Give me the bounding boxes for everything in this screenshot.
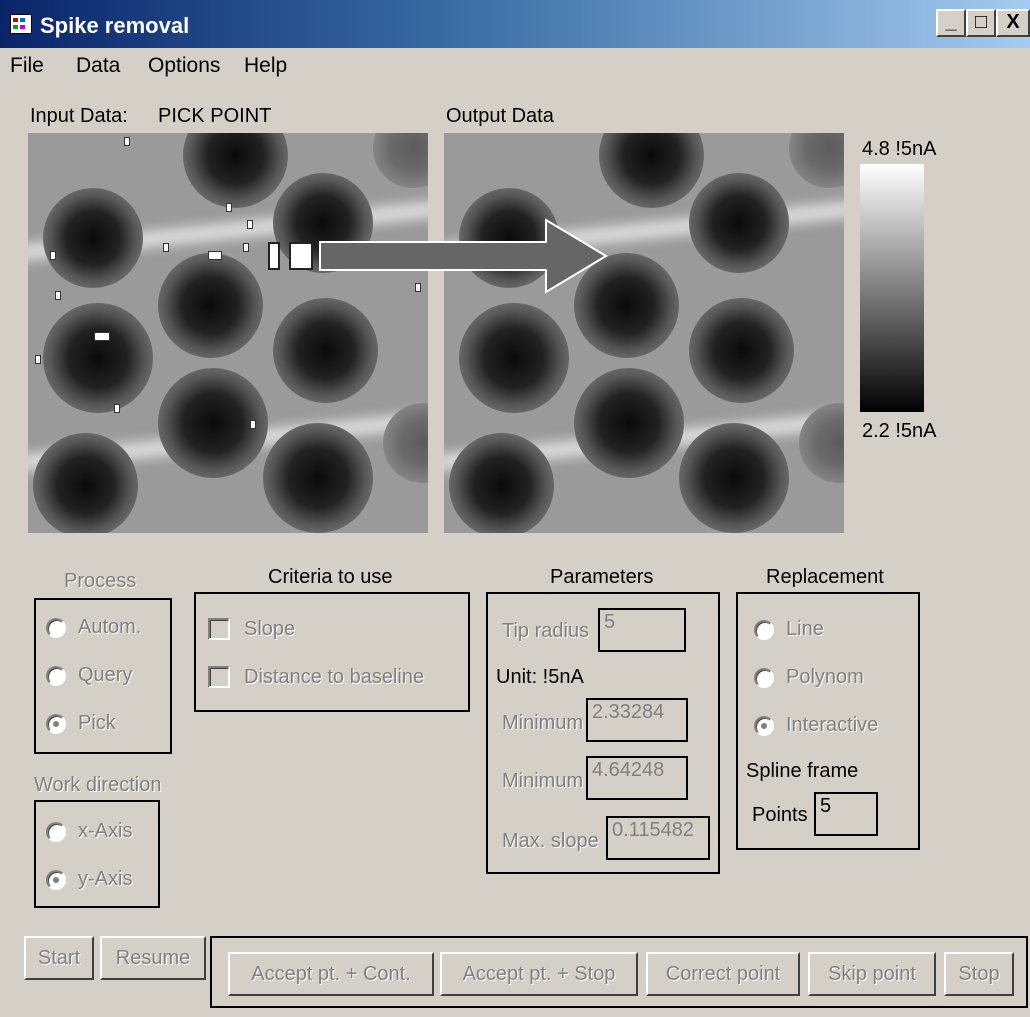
unit-label: Unit: !5nA: [496, 666, 584, 688]
line-label: Line: [786, 618, 824, 640]
colorbar: [860, 164, 924, 412]
menu-bar: File Data Options Help: [0, 50, 1030, 82]
tip-radius-label: Tip radius: [502, 620, 590, 642]
process-group: Autom. Query Pick: [34, 598, 172, 754]
pick-label: Pick: [78, 712, 116, 734]
y-axis-label: y-Axis: [78, 868, 133, 890]
accept-stop-button[interactable]: Accept pt. + Stop: [440, 952, 638, 996]
work-direction-group: x-Axis y-Axis: [34, 800, 160, 908]
title-bar: Spike removal _ □ X: [0, 0, 1030, 48]
output-image: [444, 133, 844, 533]
action-buttons-group: Accept pt. + Cont. Accept pt. + Stop Cor…: [210, 936, 1028, 1008]
start-button[interactable]: Start: [24, 936, 94, 980]
distance-checkbox[interactable]: [208, 666, 230, 688]
minimize-button[interactable]: _: [936, 9, 966, 37]
spike-marker: [289, 242, 313, 270]
process-title: Process: [64, 570, 137, 592]
minimum1-label: Minimum: [502, 712, 584, 734]
max-slope-field[interactable]: 0.115482: [606, 816, 710, 860]
polynom-label: Polynom: [786, 666, 864, 688]
menu-file[interactable]: File: [10, 54, 44, 78]
parameters-title: Parameters: [550, 566, 654, 588]
arrow-icon: [319, 218, 608, 294]
distance-label: Distance to baseline: [244, 666, 425, 688]
minimum1-field[interactable]: 2.33284: [586, 698, 688, 742]
interactive-radio[interactable]: [754, 716, 774, 736]
criteria-group: Slope Distance to baseline: [194, 592, 470, 712]
skip-point-button[interactable]: Skip point: [808, 952, 936, 996]
output-data-label: Output Data: [446, 105, 554, 127]
maximize-button[interactable]: □: [966, 9, 996, 37]
parameters-group: Tip radius 5 Unit: !5nA Minimum 2.33284 …: [486, 592, 720, 874]
interactive-label: Interactive: [786, 714, 879, 736]
replacement-group: Line Polynom Interactive Spline frame Po…: [736, 592, 920, 850]
correct-point-button[interactable]: Correct point: [646, 952, 800, 996]
menu-help[interactable]: Help: [244, 54, 287, 78]
replacement-title: Replacement: [766, 566, 884, 588]
x-axis-radio[interactable]: [46, 822, 66, 842]
criteria-title: Criteria to use: [268, 566, 393, 588]
query-radio[interactable]: [46, 666, 66, 686]
spline-frame-label: Spline frame: [746, 760, 859, 782]
line-radio[interactable]: [754, 620, 774, 640]
minimum2-field[interactable]: 4.64248: [586, 756, 688, 800]
pick-radio[interactable]: [46, 714, 66, 734]
points-field[interactable]: 5: [814, 792, 878, 836]
close-button[interactable]: X: [996, 9, 1030, 37]
polynom-radio[interactable]: [754, 668, 774, 688]
colorbar-max-label: 4.8 !5nA: [862, 138, 937, 160]
minimum2-label: Minimum: [502, 770, 584, 792]
app-icon: [10, 14, 32, 34]
stop-button[interactable]: Stop: [944, 952, 1014, 996]
y-axis-radio[interactable]: [46, 870, 66, 890]
input-image[interactable]: [28, 133, 428, 533]
spike-marker: [268, 242, 280, 270]
tip-radius-field[interactable]: 5: [598, 608, 686, 652]
input-data-label: Input Data:: [30, 105, 128, 127]
autom-label: Autom.: [78, 616, 142, 638]
autom-radio[interactable]: [46, 618, 66, 638]
menu-data[interactable]: Data: [76, 54, 120, 78]
work-direction-title: Work direction: [34, 774, 162, 796]
slope-label: Slope: [244, 618, 296, 640]
slope-checkbox[interactable]: [208, 618, 230, 640]
colorbar-min-label: 2.2 !5nA: [862, 420, 937, 442]
input-mode-label: PICK POINT: [158, 105, 272, 127]
window-title: Spike removal: [40, 13, 190, 38]
max-slope-label: Max. slope: [502, 830, 599, 852]
points-label: Points: [752, 804, 808, 826]
resume-button[interactable]: Resume: [100, 936, 206, 980]
accept-cont-button[interactable]: Accept pt. + Cont.: [228, 952, 434, 996]
query-label: Query: [78, 664, 133, 686]
x-axis-label: x-Axis: [78, 820, 133, 842]
menu-options[interactable]: Options: [148, 54, 220, 78]
